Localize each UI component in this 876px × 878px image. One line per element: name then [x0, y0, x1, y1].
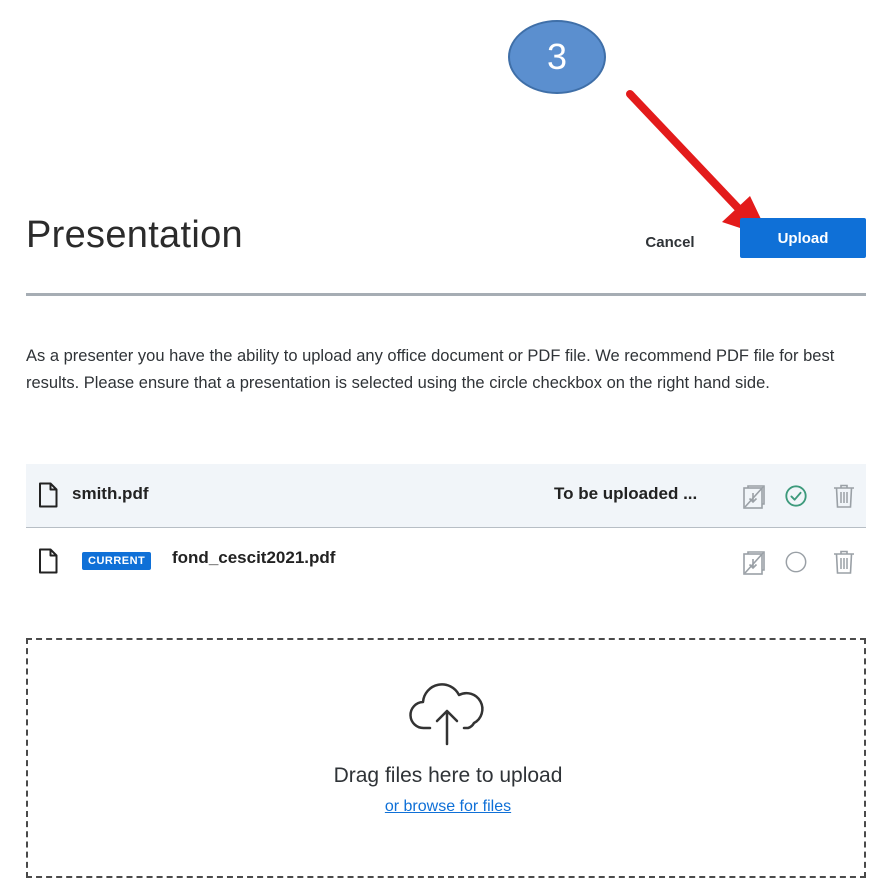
- check-circle-icon[interactable]: [784, 483, 808, 509]
- dialog-header: Presentation Cancel Upload: [26, 214, 866, 274]
- file-row: smith.pdf To be uploaded ...: [26, 464, 866, 528]
- upload-instructions: As a presenter you have the ability to u…: [26, 347, 835, 392]
- dropzone-title: Drag files here to upload: [333, 764, 563, 787]
- upload-button[interactable]: Upload: [740, 218, 866, 258]
- download-disabled-icon[interactable]: [742, 550, 766, 576]
- header-divider: [26, 293, 866, 296]
- file-name: smith.pdf: [72, 484, 149, 503]
- trash-icon[interactable]: [832, 549, 856, 575]
- upload-status: To be uploaded ...: [554, 484, 698, 503]
- file-list: smith.pdf To be uploaded ... CURRENT fon…: [26, 464, 866, 596]
- current-badge: CURRENT: [82, 552, 152, 570]
- cancel-button[interactable]: Cancel: [630, 222, 710, 262]
- trash-icon[interactable]: [832, 483, 856, 509]
- page-title: Presentation: [26, 214, 243, 256]
- file-icon: [39, 482, 58, 508]
- download-disabled-icon[interactable]: [742, 484, 766, 510]
- file-name: fond_cescit2021.pdf: [172, 548, 336, 567]
- cloud-upload-icon: [409, 683, 484, 746]
- browse-files-link[interactable]: or browse for files: [28, 798, 868, 816]
- file-icon: [39, 548, 58, 574]
- file-dropzone[interactable]: Drag files here to upload or browse for …: [26, 638, 866, 878]
- step-number: 3: [546, 36, 568, 77]
- file-row: CURRENT fond_cescit2021.pdf: [26, 528, 866, 596]
- step-number-badge: 3: [508, 20, 606, 94]
- circle-icon[interactable]: [784, 549, 808, 575]
